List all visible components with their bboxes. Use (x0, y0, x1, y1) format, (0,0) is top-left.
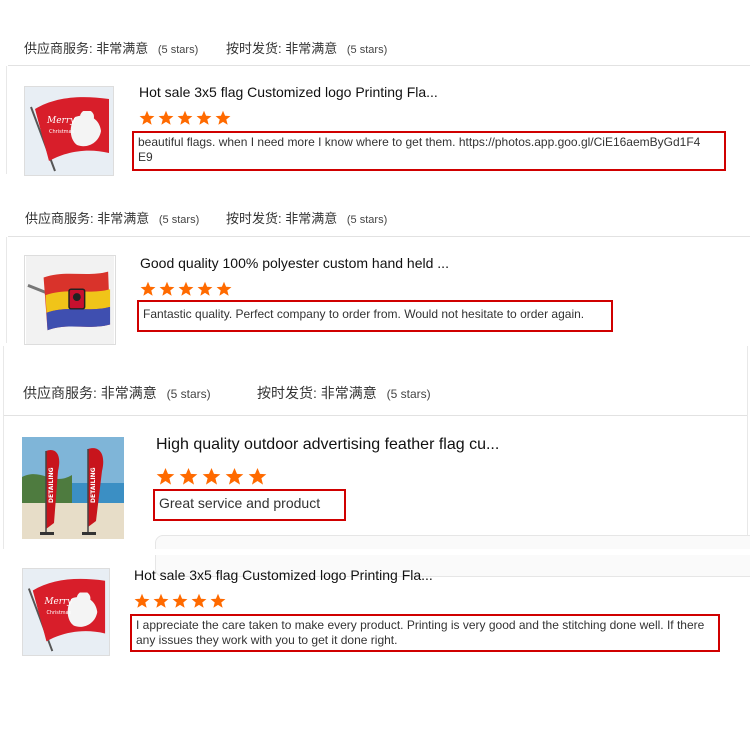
divider (8, 236, 750, 237)
star-icon (216, 281, 232, 297)
divider (6, 66, 7, 174)
ratings-row: 供应商服务: 非常满意 (5 stars) 按时发货: 非常满意 (5 star… (25, 208, 387, 227)
review-text-box: Fantastic quality. Perfect company to or… (137, 300, 613, 332)
review-text-box: beautiful flags. when I need more I know… (132, 131, 726, 171)
on-time-label: 按时发货: (226, 41, 282, 56)
star-rating (156, 467, 267, 486)
on-time-label: 按时发货: (226, 211, 282, 226)
star-icon (153, 593, 169, 609)
review-text: beautiful flags. when I need more I know… (138, 135, 701, 149)
on-time-value: 非常满意 (320, 385, 377, 401)
star-icon (196, 110, 212, 126)
divider (8, 65, 750, 66)
divider (747, 346, 748, 550)
star-icon (202, 467, 221, 486)
star-icon (197, 281, 213, 297)
star-icon (139, 110, 155, 126)
on-time-stars: (5 stars) (386, 387, 431, 401)
review-text-cont: E9 (138, 150, 153, 164)
star-icon (172, 593, 188, 609)
star-icon (248, 467, 267, 486)
feather-flag-beach-image (22, 437, 124, 539)
star-icon (179, 467, 198, 486)
review-text-cont: any issues they work with you to get it … (136, 633, 398, 647)
review-text: I appreciate the care taken to make ever… (136, 618, 705, 632)
on-time-value: 非常满意 (285, 41, 338, 56)
christmas-flag-image (25, 87, 113, 175)
ratings-row: 供应商服务: 非常满意 (5 stars) 按时发货: 非常满意 (5 star… (24, 38, 387, 57)
star-rating (134, 593, 226, 609)
product-image[interactable] (22, 568, 110, 656)
on-time-value: 非常满意 (285, 211, 338, 226)
ratings-row: 供应商服务: 非常满意 (5 stars) 按时发货: 非常满意 (5 star… (23, 383, 431, 403)
supplier-service-stars: (5 stars) (158, 214, 200, 226)
product-image[interactable] (24, 86, 114, 176)
star-rating (139, 110, 231, 126)
product-title[interactable]: Hot sale 3x5 flag Customized logo Printi… (139, 84, 438, 100)
review-text: Fantastic quality. Perfect company to or… (143, 307, 585, 321)
star-icon (140, 281, 156, 297)
on-time-label: 按时发货: (257, 385, 317, 401)
supplier-service-value: 非常满意 (97, 211, 150, 226)
product-title[interactable]: Hot sale 3x5 flag Customized logo Printi… (134, 567, 433, 583)
product-image[interactable] (22, 437, 124, 539)
review-text: Great service and product (159, 495, 321, 511)
divider (6, 237, 7, 343)
divider (3, 346, 4, 550)
on-time-stars: (5 stars) (346, 44, 388, 56)
star-icon (225, 467, 244, 486)
star-icon (191, 593, 207, 609)
on-time-stars: (5 stars) (346, 214, 388, 226)
divider (3, 415, 748, 416)
star-icon (159, 281, 175, 297)
star-icon (134, 593, 150, 609)
supplier-service-stars: (5 stars) (157, 44, 199, 56)
star-rating (140, 281, 232, 297)
star-icon (215, 110, 231, 126)
star-icon (156, 467, 175, 486)
supplier-service-label: 供应商服务: (24, 41, 93, 56)
striped-hand-flag-image (25, 256, 115, 344)
product-title[interactable]: Good quality 100% polyester custom hand … (140, 255, 449, 271)
section-gap (0, 549, 750, 555)
review-text-box: I appreciate the care taken to make ever… (130, 614, 720, 652)
review-text-box: Great service and product (153, 489, 346, 521)
supplier-service-label: 供应商服务: (23, 385, 97, 401)
star-icon (210, 593, 226, 609)
product-image[interactable] (24, 255, 116, 345)
supplier-service-stars: (5 stars) (166, 387, 211, 401)
product-title[interactable]: High quality outdoor advertising feather… (156, 436, 499, 454)
star-icon (158, 110, 174, 126)
star-icon (178, 281, 194, 297)
supplier-service-label: 供应商服务: (25, 211, 94, 226)
christmas-flag-image (23, 569, 109, 655)
star-icon (177, 110, 193, 126)
supplier-service-value: 非常满意 (96, 41, 149, 56)
supplier-service-value: 非常满意 (100, 385, 157, 401)
